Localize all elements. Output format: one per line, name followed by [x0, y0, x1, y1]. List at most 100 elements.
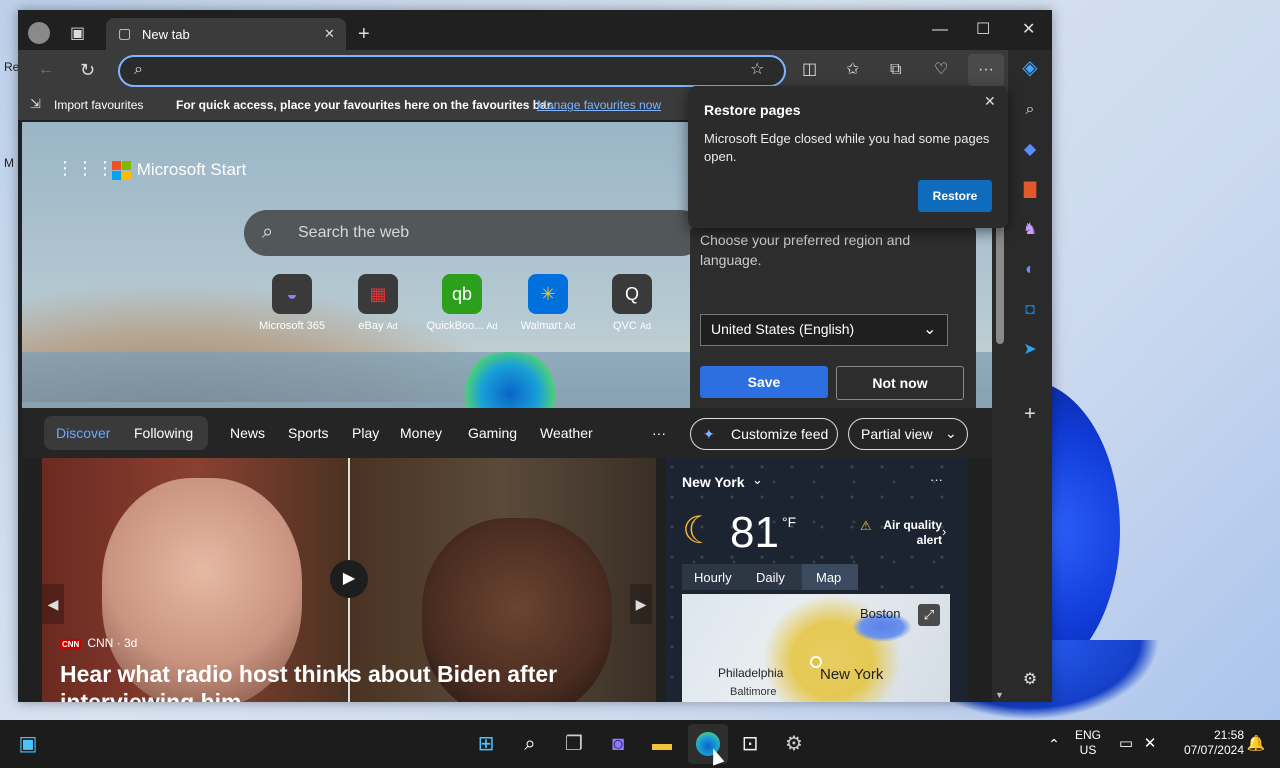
weather-map[interactable]: Boston Philadelphia New York Baltimore ⤢: [682, 594, 950, 702]
page-icon: ▢: [118, 25, 132, 41]
more-tabs-icon[interactable]: ···: [652, 425, 666, 441]
taskbar: ▣ ⊞ ⌕ ❐ ◙ ▬ ⊡ ⚙ ⌃ ENG US ▭ ✕ 21:58 07/07…: [0, 720, 1280, 768]
tab-actions-icon[interactable]: ▣: [70, 26, 85, 42]
store-icon[interactable]: ⊡: [738, 732, 762, 756]
microsoft365-icon[interactable]: ◐: [1020, 260, 1040, 280]
copilot-icon[interactable]: ◈: [1020, 58, 1040, 78]
file-explorer-icon[interactable]: ▬: [650, 732, 674, 756]
tab-discover[interactable]: Discover: [56, 425, 110, 441]
discover-following-toggle: Discover Following: [44, 416, 208, 450]
clock[interactable]: 21:58 07/07/2024: [1166, 728, 1244, 758]
customize-feed-button[interactable]: ✦ Customize feed: [690, 418, 838, 450]
shopping-tag-icon[interactable]: ◆: [1020, 140, 1040, 160]
quick-link-tile[interactable]: Q QVC Ad: [592, 274, 672, 332]
quick-link-tile[interactable]: ▦ eBay Ad: [338, 274, 418, 332]
warning-icon: ⚠: [860, 518, 872, 533]
browser-essentials-icon[interactable]: ♡: [934, 62, 948, 78]
close-tab-icon[interactable]: ✕: [324, 27, 335, 40]
send-icon[interactable]: ➤: [1020, 340, 1040, 360]
air-quality-alert[interactable]: Air quality alert: [878, 518, 942, 548]
view-mode-dropdown[interactable]: Partial view ⌄: [848, 418, 968, 450]
outlook-icon[interactable]: ◘: [1020, 300, 1040, 320]
web-search-box[interactable]: ⌕ Search the web: [244, 210, 704, 256]
expand-icon[interactable]: ⤢: [918, 604, 940, 626]
qvc-icon: Q: [612, 274, 652, 314]
close-window-icon[interactable]: ✕: [1022, 22, 1035, 38]
tab-sports[interactable]: Sports: [288, 425, 328, 441]
settings-gear-icon[interactable]: ⚙: [1020, 670, 1040, 690]
tile-label: eBay: [358, 320, 384, 332]
hero-news-card[interactable]: ▶ ◀ ▶ CNN CNN · 3d Hear what radio host t…: [42, 458, 656, 702]
teams-chat-icon[interactable]: ◙: [606, 732, 630, 756]
tab-weather[interactable]: Weather: [540, 425, 593, 441]
task-view-icon[interactable]: ❐: [562, 732, 586, 756]
quick-link-tile[interactable]: qb QuickBoo... Ad: [422, 274, 502, 332]
carousel-next-icon[interactable]: ▶: [630, 584, 652, 624]
article-source: CNN CNN · 3d: [60, 636, 137, 650]
walmart-icon: ✳: [528, 274, 568, 314]
tab-following[interactable]: Following: [134, 425, 193, 441]
tools-icon[interactable]: ▇: [1020, 180, 1040, 200]
tab-news[interactable]: News: [230, 425, 265, 441]
weather-location[interactable]: New York: [682, 474, 745, 490]
search-icon[interactable]: ⌕: [1020, 100, 1040, 120]
collections-icon[interactable]: ⧉: [890, 62, 901, 78]
quick-link-tile[interactable]: ✳ Walmart Ad: [508, 274, 588, 332]
quick-link-tile[interactable]: ◒ Microsoft 365: [252, 274, 332, 332]
back-icon[interactable]: ←: [38, 62, 54, 78]
tab-hourly[interactable]: Hourly: [694, 570, 732, 585]
search-placeholder[interactable]: Search the web: [298, 224, 409, 242]
edge-window: ▣ ▢ New tab ✕ + — ☐ ✕ ← ↻ ⌕ ☆ ◫ ✩ ⧉ ♡ ··…: [18, 10, 1052, 702]
search-icon[interactable]: ⌕: [518, 732, 542, 756]
tab-new-tab[interactable]: ▢ New tab ✕: [106, 18, 346, 50]
close-icon[interactable]: ✕: [984, 94, 996, 108]
weather-more-icon[interactable]: ···: [930, 472, 943, 487]
refresh-icon[interactable]: ↻: [80, 61, 95, 79]
not-now-button[interactable]: Not now: [836, 366, 964, 400]
favourite-star-icon[interactable]: ☆: [750, 62, 764, 78]
app-launcher-icon[interactable]: ⋮⋮⋮: [56, 158, 116, 179]
carousel-prev-icon[interactable]: ◀: [42, 584, 64, 624]
address-bar[interactable]: ⌕ ☆: [118, 55, 786, 87]
windows-icon[interactable]: ⊞: [474, 732, 498, 756]
chevron-down-icon[interactable]: ⌄: [752, 472, 763, 488]
tab-map[interactable]: Map: [816, 570, 841, 585]
microsoft-start-logo[interactable]: Microsoft Start: [112, 160, 246, 181]
volume-muted-icon[interactable]: ✕: [1138, 732, 1162, 756]
app-icon[interactable]: ⚙: [782, 732, 806, 756]
save-button[interactable]: Save: [700, 366, 828, 398]
show-hidden-icons[interactable]: ⌃: [1042, 732, 1066, 756]
article-headline[interactable]: Hear what radio host thinks about Biden …: [60, 660, 650, 702]
games-icon[interactable]: ♞: [1020, 220, 1040, 240]
split-screen-icon[interactable]: ◫: [802, 62, 817, 78]
region-select[interactable]: United States (English) ⌄: [700, 314, 948, 346]
add-sidebar-app-icon[interactable]: +: [1020, 404, 1040, 424]
network-icon[interactable]: ▭: [1114, 732, 1138, 756]
manage-favourites-link[interactable]: Manage favourites now: [537, 98, 661, 112]
menu-button[interactable]: ···: [968, 54, 1004, 86]
minimize-icon[interactable]: —: [932, 22, 948, 38]
weather-tabs: Hourly Daily Map: [682, 564, 858, 590]
source-label: CNN · 3d: [87, 636, 138, 650]
chevron-right-icon[interactable]: ›: [942, 524, 946, 539]
ad-badge: Ad: [386, 321, 398, 331]
feed-area: ▶ ◀ ▶ CNN CNN · 3d Hear what radio host t…: [22, 458, 992, 702]
tab-daily[interactable]: Daily: [756, 570, 785, 585]
restore-button[interactable]: Restore: [918, 180, 992, 212]
tab-gaming[interactable]: Gaming: [468, 425, 517, 441]
tab-play[interactable]: Play: [352, 425, 379, 441]
play-icon[interactable]: ▶: [330, 560, 368, 598]
tab-money[interactable]: Money: [400, 425, 442, 441]
favourites-icon[interactable]: ✩: [846, 62, 859, 78]
notifications-icon[interactable]: 🔔: [1244, 732, 1268, 756]
tile-label: Microsoft 365: [258, 320, 326, 332]
import-favourites-button[interactable]: Import favourites: [54, 98, 143, 112]
desktop-icon-label[interactable]: M: [4, 156, 14, 170]
maximize-icon[interactable]: ☐: [976, 22, 990, 38]
start-icon[interactable]: ▣: [16, 732, 40, 756]
lang-code: ENG: [1074, 728, 1101, 742]
scroll-down-icon[interactable]: ▼: [995, 690, 1004, 700]
language-indicator[interactable]: ENG US: [1070, 728, 1106, 758]
profile-avatar[interactable]: [28, 22, 50, 44]
new-tab-icon[interactable]: +: [358, 24, 370, 44]
